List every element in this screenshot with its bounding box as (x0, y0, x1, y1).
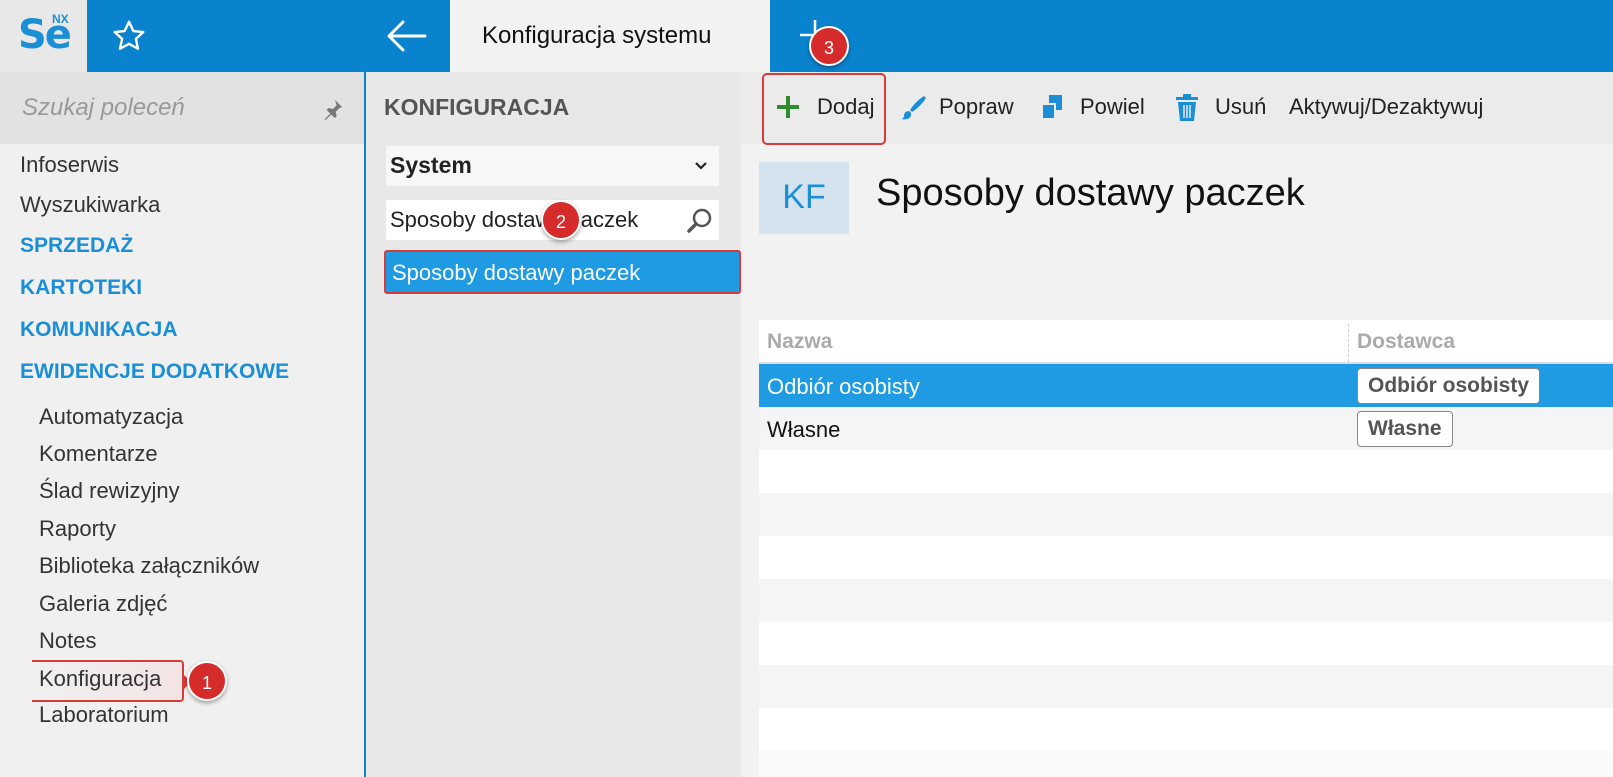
nav-section-ewidencje-dodatkowe[interactable]: EWIDENCJE DODATKOWE (20, 360, 289, 384)
nav-item-konfiguracja[interactable]: Konfiguracja (39, 666, 161, 692)
toggle-active-label: Aktywuj/Dezaktywuj (1289, 94, 1484, 119)
table-row[interactable]: Odbiór osobisty Odbiór osobisty (759, 364, 1613, 407)
column-header-nazwa[interactable]: Nazwa (767, 330, 832, 354)
nav-item-komentarze[interactable]: Komentarze (39, 441, 158, 467)
empty-row (759, 665, 1613, 708)
nav-item-infoserwis[interactable]: Infoserwis (20, 152, 119, 178)
supplier-chip[interactable]: Odbiór osobisty (1357, 368, 1541, 404)
step-badge-3: 3 (809, 26, 849, 66)
empty-row (759, 493, 1613, 536)
configuration-heading: KONFIGURACJA (384, 94, 570, 120)
nav-section-kartoteki[interactable]: KARTOTEKI (20, 276, 142, 300)
configuration-result-label: Sposoby dostawy paczek (392, 260, 641, 285)
empty-row (759, 708, 1613, 751)
nav-section-sprzedaz[interactable]: SPRZEDAŻ (20, 234, 133, 258)
configuration-result-item[interactable]: Sposoby dostawy paczek (384, 250, 741, 294)
duplicate-icon (1041, 95, 1062, 120)
tab-konfiguracja-systemu[interactable]: Konfiguracja systemu (450, 0, 770, 72)
edit-button-label: Popraw (939, 94, 1014, 119)
delivery-methods-grid: Nazwa Dostawca Odbiór osobisty Odbiór os… (759, 320, 1613, 777)
step-badge-2: 2 (541, 200, 581, 240)
magnifier-icon[interactable] (685, 206, 715, 236)
delete-button-label: Usuń (1215, 94, 1267, 119)
cell-name: Własne (767, 417, 841, 442)
module-badge-initials: KF (782, 178, 826, 216)
main-panel: Dodaj Popraw Powiel Usuń Aktywuj/Dezakty… (741, 72, 1613, 777)
supplier-chip[interactable]: Własne (1357, 411, 1453, 447)
empty-row (759, 536, 1613, 579)
nav-item-wyszukiwarka[interactable]: Wyszukiwarka (20, 192, 160, 218)
top-bar: Se NX Konfiguracja systemu (0, 0, 1613, 72)
back-arrow-icon[interactable] (385, 16, 429, 56)
nav-section-komunikacja[interactable]: KOMUNIKACJA (20, 318, 178, 342)
left-navigation: Infoserwis Wyszukiwarka SPRZEDAŻ KARTOTE… (0, 72, 366, 777)
configuration-panel: KONFIGURACJA System Sposoby dostawy pacz… (366, 72, 741, 777)
logo-superscript: NX (52, 12, 69, 26)
step-badge-1: 1 (187, 661, 227, 701)
page-title: Sposoby dostawy paczek (876, 172, 1305, 214)
empty-row (759, 579, 1613, 622)
cell-name: Odbiór osobisty (767, 374, 920, 399)
app-logo[interactable]: Se NX (0, 0, 87, 72)
tab-label: Konfiguracja systemu (482, 22, 712, 49)
nav-item-slad-rewizyjny[interactable]: Ślad rewizyjny (39, 478, 180, 504)
add-button-highlight (762, 73, 886, 145)
favorites-star-icon[interactable] (111, 18, 147, 54)
duplicate-button[interactable]: Powiel (1040, 90, 1160, 126)
table-row[interactable]: Własne Własne (759, 407, 1613, 450)
empty-row (759, 450, 1613, 493)
column-header-dostawca[interactable]: Dostawca (1357, 330, 1455, 354)
nav-item-biblioteka-zalacznikow[interactable]: Biblioteka załączników (39, 553, 259, 579)
module-select[interactable]: System (386, 146, 719, 186)
toggle-active-button[interactable]: Aktywuj/Dezaktywuj (1289, 90, 1499, 126)
module-badge: KF (759, 162, 849, 234)
nav-item-notes[interactable]: Notes (39, 628, 96, 654)
trash-icon (1176, 94, 1198, 121)
nav-item-laboratorium[interactable]: Laboratorium (39, 702, 169, 728)
module-select-value: System (390, 152, 472, 178)
nav-item-automatyzacja[interactable]: Automatyzacja (39, 404, 183, 430)
configuration-filter-input[interactable] (390, 204, 680, 236)
command-search-input[interactable] (22, 90, 312, 126)
empty-row (759, 622, 1613, 665)
command-search (0, 72, 364, 144)
edit-button[interactable]: Popraw (899, 90, 1029, 126)
delete-button[interactable]: Usuń (1175, 90, 1275, 126)
nav-item-raporty[interactable]: Raporty (39, 516, 116, 542)
duplicate-button-label: Powiel (1080, 94, 1145, 119)
action-toolbar: Dodaj Popraw Powiel Usuń Aktywuj/Dezakty… (741, 72, 1613, 145)
chevron-down-icon (695, 162, 707, 170)
paintbrush-icon (901, 96, 926, 120)
nav-item-galeria-zdjec[interactable]: Galeria zdjęć (39, 591, 167, 617)
column-separator[interactable] (1348, 324, 1349, 362)
pin-icon[interactable] (322, 98, 344, 120)
grid-header: Nazwa Dostawca (759, 320, 1613, 364)
